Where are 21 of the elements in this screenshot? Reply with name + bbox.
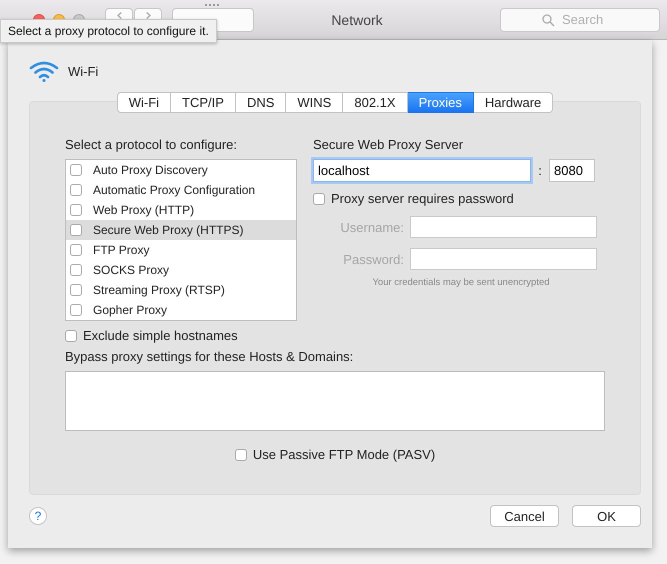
password-label: Password: [342, 252, 404, 266]
protocol-list-label: Select a protocol to configure: [65, 137, 238, 154]
checkbox-label: Use Passive FTP Mode (PASV) [252, 447, 436, 462]
tooltip: Select a proxy protocol to configure it. [0, 19, 217, 43]
interface-name: Wi-Fi [68, 64, 98, 78]
protocol-label: FTP Proxy [93, 243, 150, 257]
bypass-label: Bypass proxy settings for these Hosts & Domains: [65, 349, 354, 366]
protocol-label: Auto Proxy Discovery [93, 163, 208, 177]
protocol-label: Streaming Proxy (RTSP) [93, 283, 225, 297]
protocol-label: Gopher Proxy [93, 303, 168, 317]
checkbox-label: Exclude simple hostnames [83, 328, 238, 343]
protocol-label: SOCKS Proxy [93, 263, 170, 277]
protocol-label: Secure Web Proxy (HTTPS) [93, 223, 244, 237]
protocol-label: Web Proxy (HTTP) [93, 203, 194, 217]
window-title: Network [330, 12, 384, 28]
username-label: Username: [339, 220, 404, 234]
protocol-label: Automatic Proxy Configuration [93, 183, 256, 197]
warning-note: Your credentials may be sent unencrypted [371, 277, 551, 288]
port-separator: : [537, 163, 543, 178]
checkbox-label: Proxy server requires password [331, 191, 514, 206]
server-label: Secure Web Proxy Server [313, 137, 464, 154]
